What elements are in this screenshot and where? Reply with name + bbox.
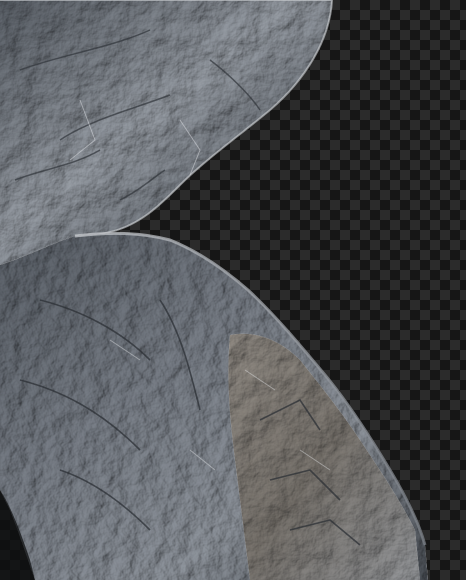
rock-texture-image bbox=[0, 0, 428, 580]
lower-rock bbox=[0, 231, 428, 580]
image-canvas bbox=[0, 0, 466, 580]
upper-rock bbox=[0, 0, 334, 265]
